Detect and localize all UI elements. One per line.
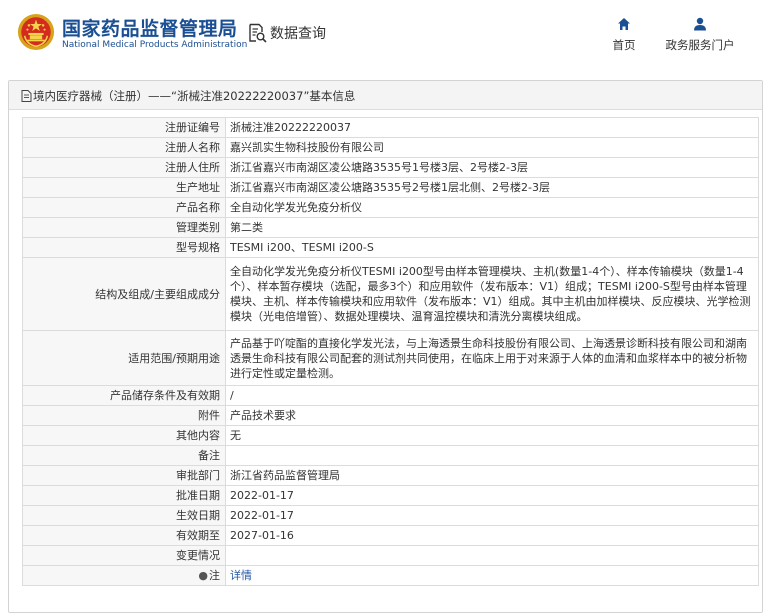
field-value: 2027-01-16 bbox=[225, 525, 759, 546]
field-value: 浙江省嘉兴市南湖区凌公塘路3535号1号楼3层、2号楼2-3层 bbox=[225, 157, 759, 178]
document-icon bbox=[21, 90, 32, 102]
table-row: 备注 bbox=[22, 445, 759, 466]
table-row: 产品名称 全自动化学发光免疫分析仪 bbox=[22, 197, 759, 218]
field-value: 浙江省药品监督管理局 bbox=[225, 465, 759, 486]
field-label: 产品名称 bbox=[22, 197, 226, 218]
data-query-link[interactable]: 数据查询 bbox=[247, 22, 326, 44]
field-label: 结构及组成/主要组成成分 bbox=[22, 257, 226, 331]
nav-gov-portal[interactable]: 政务服务门户 bbox=[659, 17, 741, 53]
table-row: 型号规格 TESMI i200、TESMI i200-S bbox=[22, 237, 759, 258]
national-emblem-logo bbox=[17, 13, 55, 51]
field-value: 2022-01-17 bbox=[225, 505, 759, 526]
home-icon bbox=[618, 18, 630, 30]
note-label: 注 bbox=[209, 569, 220, 582]
table-row: 适用范围/预期用途 产品基于吖啶酯的直接化学发光法，与上海透景生命科技股份有限公… bbox=[22, 330, 759, 386]
field-label: 注册人名称 bbox=[22, 137, 226, 158]
field-value: 浙械注准20222220037 bbox=[225, 117, 759, 138]
table-row: 生产地址 浙江省嘉兴市南湖区凌公塘路3535号2号楼1层北侧、2号楼2-3层 bbox=[22, 177, 759, 198]
data-query-label: 数据查询 bbox=[270, 26, 326, 42]
field-label: 注册证编号 bbox=[22, 117, 226, 138]
field-label: 有效期至 bbox=[22, 525, 226, 546]
brand-title: 国家药品监督管理局 bbox=[62, 18, 238, 40]
nav-home[interactable]: 首页 bbox=[602, 17, 646, 53]
table-row: 审批部门 浙江省药品监督管理局 bbox=[22, 465, 759, 486]
field-label: 其他内容 bbox=[22, 425, 226, 446]
site-header: 国家药品监督管理局 National Medical Products Admi… bbox=[0, 0, 764, 72]
field-value bbox=[225, 445, 759, 466]
document-search-icon bbox=[249, 23, 267, 43]
table-row: 批准日期 2022-01-17 bbox=[22, 485, 759, 506]
field-label: 备注 bbox=[22, 445, 226, 466]
field-value: TESMI i200、TESMI i200-S bbox=[225, 237, 759, 258]
field-label: 批准日期 bbox=[22, 485, 226, 506]
table-row: ●注 详情 bbox=[22, 565, 759, 586]
detail-panel: 境内医疗器械（注册）——“浙械注准20222220037”基本信息 注册证编号 … bbox=[8, 80, 763, 613]
table-row: 生效日期 2022-01-17 bbox=[22, 505, 759, 526]
field-label: 注册人住所 bbox=[22, 157, 226, 178]
table-row: 产品储存条件及有效期 / bbox=[22, 385, 759, 406]
field-value: 2022-01-17 bbox=[225, 485, 759, 506]
field-value: 产品技术要求 bbox=[225, 405, 759, 426]
table-row: 附件 产品技术要求 bbox=[22, 405, 759, 426]
field-value: 全自动化学发光免疫分析仪 bbox=[225, 197, 759, 218]
table-row: 注册人住所 浙江省嘉兴市南湖区凌公塘路3535号1号楼3层、2号楼2-3层 bbox=[22, 157, 759, 178]
registration-info-table: 注册证编号 浙械注准20222220037 注册人名称 嘉兴凯实生物科技股份有限… bbox=[22, 117, 759, 586]
details-link[interactable]: 详情 bbox=[230, 569, 252, 582]
table-row: 注册人名称 嘉兴凯实生物科技股份有限公司 bbox=[22, 137, 759, 158]
panel-header: 境内医疗器械（注册）——“浙械注准20222220037”基本信息 bbox=[9, 81, 762, 110]
field-label: 审批部门 bbox=[22, 465, 226, 486]
panel-title: 境内医疗器械（注册）——“浙械注准20222220037”基本信息 bbox=[33, 89, 356, 103]
field-value: 详情 bbox=[225, 565, 759, 586]
field-value: 产品基于吖啶酯的直接化学发光法，与上海透景生命科技股份有限公司、上海透景诊断科技… bbox=[225, 330, 759, 386]
table-row: 变更情况 bbox=[22, 545, 759, 566]
field-value: 无 bbox=[225, 425, 759, 446]
field-label: 型号规格 bbox=[22, 237, 226, 258]
field-label: 变更情况 bbox=[22, 545, 226, 566]
table-row: 有效期至 2027-01-16 bbox=[22, 525, 759, 546]
table-row: 其他内容 无 bbox=[22, 425, 759, 446]
field-label: 适用范围/预期用途 bbox=[22, 330, 226, 386]
brand-subtitle: National Medical Products Administration bbox=[62, 40, 248, 50]
field-label: 生产地址 bbox=[22, 177, 226, 198]
field-label: 生效日期 bbox=[22, 505, 226, 526]
table-row: 结构及组成/主要组成成分 全自动化学发光免疫分析仪TESMI i200型号由样本… bbox=[22, 257, 759, 331]
nav-home-label: 首页 bbox=[612, 38, 636, 52]
field-value: 浙江省嘉兴市南湖区凌公塘路3535号2号楼1层北侧、2号楼2-3层 bbox=[225, 177, 759, 198]
field-value: / bbox=[225, 385, 759, 406]
field-label: 附件 bbox=[22, 405, 226, 426]
field-value: 第二类 bbox=[225, 217, 759, 238]
field-value: 嘉兴凯实生物科技股份有限公司 bbox=[225, 137, 759, 158]
field-label-note: ●注 bbox=[22, 565, 226, 586]
table-row: 管理类别 第二类 bbox=[22, 217, 759, 238]
field-value bbox=[225, 545, 759, 566]
bullet-icon: ● bbox=[198, 569, 208, 582]
nav-gov-portal-label: 政务服务门户 bbox=[665, 38, 735, 52]
field-label: 管理类别 bbox=[22, 217, 226, 238]
field-value: 全自动化学发光免疫分析仪TESMI i200型号由样本管理模块、主机(数量1-4… bbox=[225, 257, 759, 331]
field-label: 产品储存条件及有效期 bbox=[22, 385, 226, 406]
user-icon bbox=[694, 17, 706, 31]
table-row: 注册证编号 浙械注准20222220037 bbox=[22, 117, 759, 138]
